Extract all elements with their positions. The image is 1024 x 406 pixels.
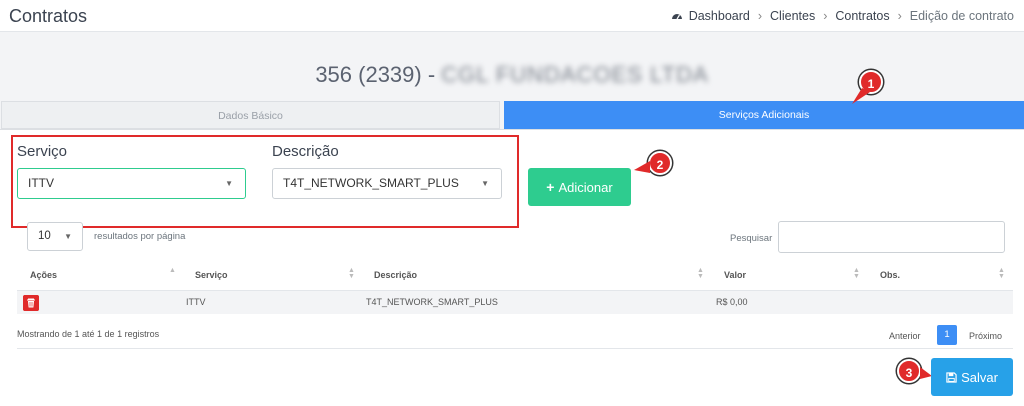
add-button-label: Adicionar [558, 179, 613, 195]
breadcrumb-contratos[interactable]: Contratos [835, 9, 889, 23]
table-row [17, 290, 1013, 314]
client-name: CGL FUNDACOES LTDA [441, 62, 709, 87]
cell-descricao: T4T_NETWORK_SMART_PLUS [366, 297, 498, 307]
sort-icon: ▲ ▼ [697, 267, 704, 280]
floppy-disk-icon [946, 371, 957, 383]
pagination-next[interactable]: Próximo [969, 331, 1002, 341]
search-input[interactable] [778, 221, 1005, 253]
chevron-down-icon: ▼ [64, 232, 72, 241]
add-service-button[interactable]: + Adicionar [528, 168, 631, 206]
service-select[interactable]: ITTV ▼ [17, 168, 246, 199]
annotation-pointer-1 [852, 88, 870, 104]
search-label: Pesquisar [730, 233, 773, 244]
breadcrumb-current: Edição de contrato [909, 9, 1014, 23]
breadcrumb: Dashboard › Clientes › Contratos › Ediçã… [671, 9, 1014, 23]
plus-icon: + [546, 179, 555, 195]
service-select-value: ITTV [28, 176, 54, 190]
top-bar: Contratos Dashboard › Clientes › Contrat… [0, 0, 1024, 32]
pagination-previous[interactable]: Anterior [889, 331, 921, 341]
save-button-label: Salvar [961, 369, 998, 385]
dashboard-icon [671, 14, 682, 20]
page-title: Contratos [9, 6, 88, 26]
page-length-select[interactable]: 10 ▼ [27, 222, 83, 251]
page-length-label: resultados por página [94, 231, 186, 242]
table-info: Mostrando de 1 até 1 de 1 registros [17, 329, 160, 339]
trash-icon[interactable] [23, 295, 39, 311]
column-header-valor[interactable]: Valor [724, 270, 746, 280]
divider [17, 348, 1013, 349]
breadcrumb-dashboard[interactable]: Dashboard [689, 9, 750, 23]
description-select-value: T4T_NETWORK_SMART_PLUS [283, 176, 459, 190]
pagination-page-1[interactable]: 1 [937, 325, 957, 345]
sort-icon: ▲ ▼ [348, 267, 355, 280]
contract-number: 356 (2339) - [315, 62, 436, 87]
service-label: Serviço [17, 143, 68, 160]
cell-servico: ITTV [186, 297, 206, 307]
breadcrumb-clientes[interactable]: Clientes [770, 9, 815, 23]
column-header-descricao[interactable]: Descrição [374, 270, 417, 280]
column-header-acoes[interactable]: Ações [30, 270, 57, 280]
page-length-value: 10 [38, 230, 51, 242]
column-header-servico[interactable]: Serviço [195, 270, 228, 280]
description-label: Descrição [272, 143, 339, 160]
sort-icon: ▲ ▼ [853, 267, 860, 280]
description-select[interactable]: T4T_NETWORK_SMART_PLUS ▼ [272, 168, 502, 199]
tab-dados-basico[interactable]: Dados Básico [1, 101, 500, 129]
save-button[interactable]: Salvar [931, 358, 1013, 396]
chevron-down-icon: ▼ [225, 179, 233, 188]
breadcrumb-separator: › [757, 9, 763, 23]
tab-servicos-adicionais[interactable]: Serviços Adicionais [504, 101, 1024, 129]
chevron-down-icon: ▼ [481, 179, 489, 188]
breadcrumb-separator: › [897, 9, 902, 23]
column-header-obs[interactable]: Obs. [880, 270, 900, 280]
sort-asc-icon: ▲ [169, 267, 176, 274]
breadcrumb-separator: › [823, 9, 828, 23]
sort-icon: ▲ ▼ [998, 267, 1005, 280]
annotation-pointer-2 [634, 161, 650, 173]
cell-valor: R$ 0,00 [716, 297, 748, 307]
